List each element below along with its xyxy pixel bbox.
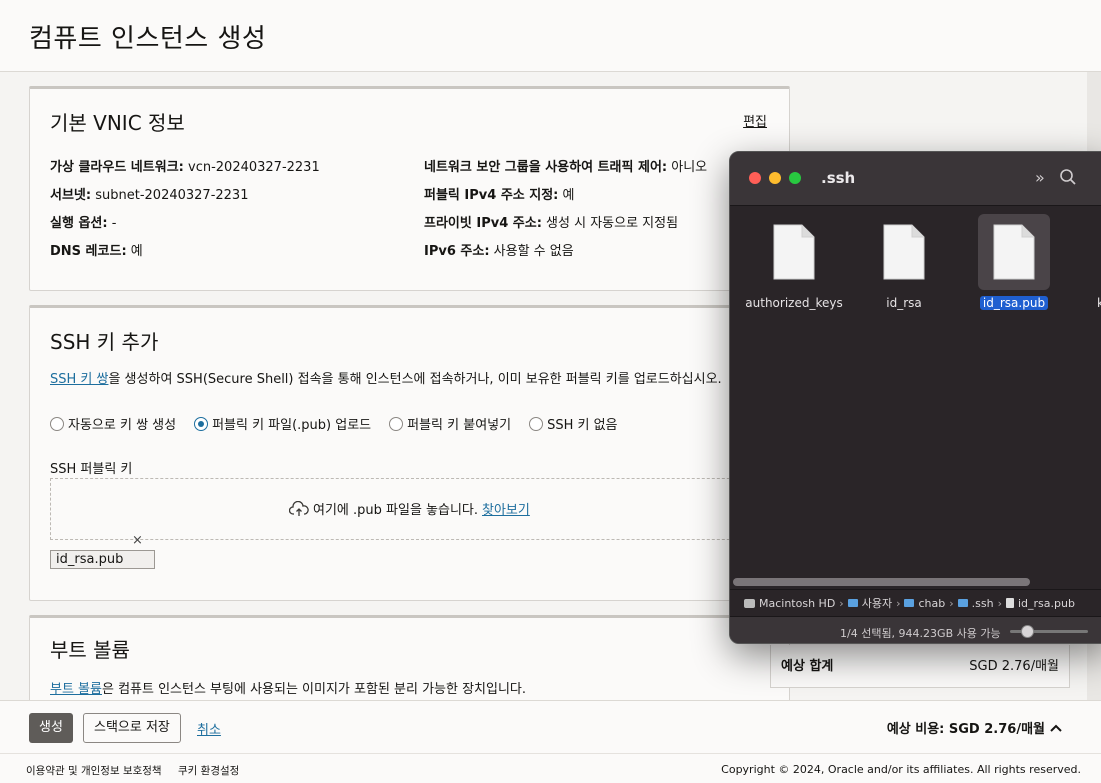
document-icon-wrap	[868, 214, 940, 290]
slider-knob[interactable]	[1021, 625, 1034, 638]
ssh-heading: SSH 키 추가	[50, 330, 159, 354]
boot-description: 부트 볼륨은 컴퓨트 인스턴스 부팅에 사용되는 이미지가 포함된 분리 가능한…	[50, 682, 527, 697]
copyright-text: Copyright © 2024, Oracle and/or its affi…	[721, 763, 1081, 776]
file-authorized-keys[interactable]: authorized_keys	[739, 214, 849, 311]
window-controls	[749, 172, 801, 184]
radio-circle[interactable]	[50, 416, 64, 431]
vnic-edit-link[interactable]: 편집	[743, 111, 767, 130]
file-icon	[1005, 598, 1014, 608]
path-users[interactable]: 사용자	[862, 595, 892, 611]
cancel-link[interactable]: 취소	[197, 719, 221, 738]
estimate-total-label: 예상 합계	[781, 659, 834, 674]
document-icon	[993, 224, 1035, 280]
save-as-stack-button[interactable]: 스택으로 저장	[83, 713, 181, 743]
vnic-dns: DNS 레코드: 예	[50, 244, 143, 259]
radio-generate-keypair[interactable]: 자동으로 키 쌍 생성	[50, 414, 176, 433]
file-id-rsa[interactable]: id_rsa	[849, 214, 959, 311]
estimate-total-value: SGD 2.76/매월	[969, 659, 1059, 674]
pub-file-dropzone[interactable]: 여기에 .pub 파일을 놓습니다. 찾아보기	[50, 478, 790, 540]
boot-volume-link[interactable]: 부트 볼륨	[50, 682, 102, 697]
cookie-preferences-link[interactable]: 쿠키 환경설정	[178, 763, 239, 778]
document-icon	[773, 224, 815, 280]
radio-upload-public-key[interactable]: 퍼블릭 키 파일(.pub) 업로드	[194, 414, 371, 433]
document-icon-wrap	[1088, 214, 1101, 290]
file-known-hosts[interactable]: kno	[1069, 214, 1101, 311]
path-ssh[interactable]: .ssh	[972, 597, 994, 610]
uploaded-file-chip: id_rsa.pub	[50, 550, 155, 569]
vnic-launch-options: 실행 옵션: -	[50, 216, 117, 231]
document-icon-wrap	[978, 214, 1050, 290]
vnic-public-ipv4: 퍼블릭 IPv4 주소 지정: 예	[424, 188, 575, 203]
file-id-rsa-pub[interactable]: id_rsa.pub	[959, 214, 1069, 311]
browse-link[interactable]: 찾아보기	[482, 499, 530, 518]
vnic-heading: 기본 VNIC 정보	[50, 111, 185, 135]
ssh-public-key-label: SSH 퍼블릭 키	[50, 462, 133, 477]
ssh-keypair-link[interactable]: SSH 키 쌍	[50, 372, 108, 387]
cloud-upload-icon	[289, 500, 309, 516]
path-separator-icon: ›	[997, 596, 1002, 610]
vnic-card: 기본 VNIC 정보 편집 가상 클라우드 네트워크: vcn-20240327…	[29, 86, 790, 291]
finder-status-bar: 1/4 선택됨, 944.23GB 사용 가능	[730, 616, 1101, 643]
path-separator-icon: ›	[839, 596, 844, 610]
radio-no-ssh-key[interactable]: SSH 키 없음	[529, 414, 618, 433]
finder-titlebar[interactable]: .ssh »	[730, 152, 1101, 206]
estimate-summary: 예상 합계 SGD 2.76/매월	[770, 645, 1070, 688]
finder-toolbar: »	[1035, 168, 1077, 187]
path-file[interactable]: id_rsa.pub	[1018, 597, 1075, 610]
finder-title: .ssh	[821, 169, 856, 187]
finder-path-bar: Macintosh HD › 사용자 › chab › .ssh › id_rs…	[730, 589, 1101, 616]
vnic-vcn: 가상 클라우드 네트워크: vcn-20240327-2231	[50, 160, 320, 175]
vnic-nsg: 네트워크 보안 그룹을 사용하여 트래픽 제어: 아니오	[424, 160, 708, 175]
search-icon[interactable]	[1059, 168, 1077, 186]
path-separator-icon: ›	[896, 596, 901, 610]
hard-drive-icon	[744, 598, 755, 608]
chevron-up-icon	[1050, 724, 1062, 732]
estimated-cost-text: 예상 비용: SGD 2.76/매월	[886, 722, 1045, 737]
icon-size-slider[interactable]	[1010, 625, 1088, 638]
finder-status-text: 1/4 선택됨, 944.23GB 사용 가능	[840, 627, 1001, 640]
finder-horizontal-scrollbar[interactable]	[733, 578, 1030, 586]
folder-icon	[957, 599, 968, 607]
radio-circle[interactable]	[529, 416, 544, 431]
ssh-option-group: 자동으로 키 쌍 생성 퍼블릭 키 파일(.pub) 업로드 퍼블릭 키 붙여넣…	[50, 414, 618, 433]
path-macintosh-hd[interactable]: Macintosh HD	[759, 597, 835, 610]
remove-file-icon[interactable]: ×	[132, 533, 143, 548]
minimize-window-button[interactable]	[769, 172, 781, 184]
estimated-cost-toggle[interactable]: 예상 비용: SGD 2.76/매월	[887, 718, 1063, 737]
radio-circle-selected[interactable]	[194, 416, 209, 431]
vnic-private-ipv4: 프라이빗 IPv4 주소: 생성 시 자동으로 지정됨	[424, 216, 679, 231]
boot-heading: 부트 볼륨	[50, 638, 130, 662]
create-button[interactable]: 생성	[29, 713, 73, 743]
radio-paste-public-key[interactable]: 퍼블릭 키 붙여넣기	[389, 414, 511, 433]
boot-volume-card: 부트 볼륨 부트 볼륨은 컴퓨트 인스턴스 부팅에 사용되는 이미지가 포함된 …	[29, 615, 790, 700]
path-separator-icon: ›	[949, 596, 954, 610]
document-icon-wrap	[758, 214, 830, 290]
ssh-card: SSH 키 추가 SSH 키 쌍을 생성하여 SSH(Secure Shell)…	[29, 305, 790, 601]
vnic-ipv6: IPv6 주소: 사용할 수 없음	[424, 244, 574, 259]
folder-icon	[904, 599, 915, 607]
folder-icon	[847, 599, 858, 607]
more-toolbar-icon[interactable]: »	[1035, 168, 1045, 187]
ssh-description: SSH 키 쌍을 생성하여 SSH(Secure Shell) 접속을 통해 인…	[50, 372, 722, 387]
radio-circle[interactable]	[389, 416, 404, 431]
action-bar: 생성 스택으로 저장 취소 예상 비용: SGD 2.76/매월	[0, 700, 1101, 753]
finder-file-grid: authorized_keys id_rsa id_rsa.pub kno	[730, 214, 1101, 574]
path-home[interactable]: chab	[918, 597, 945, 610]
vnic-subnet: 서브넷: subnet-20240327-2231	[50, 188, 249, 203]
page-header: 컴퓨트 인스턴스 생성	[0, 0, 1101, 72]
page-title: 컴퓨트 인스턴스 생성	[29, 24, 267, 54]
zoom-window-button[interactable]	[789, 172, 801, 184]
finder-window: .ssh » authorized_keys id_rsa id_rsa.pub…	[729, 151, 1101, 644]
terms-privacy-link[interactable]: 이용약관 및 개인정보 보호정책	[26, 763, 162, 778]
document-icon	[883, 224, 925, 280]
dropzone-text: 여기에 .pub 파일을 놓습니다. 찾아보기	[289, 499, 530, 518]
legal-footer: 이용약관 및 개인정보 보호정책 쿠키 환경설정 Copyright © 202…	[0, 753, 1101, 783]
close-window-button[interactable]	[749, 172, 761, 184]
